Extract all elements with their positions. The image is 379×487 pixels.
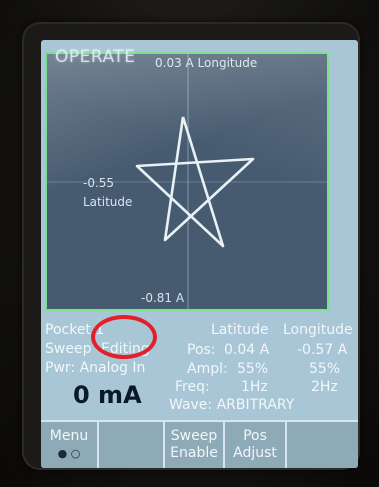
sweep-enable-label-line2: Enable [170, 445, 218, 461]
pos-adjust-label-line2: Adjust [233, 445, 277, 461]
plot-left-value: -0.55 [83, 176, 115, 190]
blank-softkey-1[interactable] [99, 422, 165, 468]
softkey-bar: Menu ● ○ Sweep Enable Pos Adjust [41, 420, 358, 468]
menu-softkey-label: Menu [49, 428, 89, 444]
editing-highlight-circle [91, 315, 157, 359]
menu-page-dots-icon: ● ○ [57, 447, 81, 460]
pos-adjust-softkey[interactable]: Pos Adjust [225, 422, 287, 468]
screen-title: OPERATE [55, 47, 136, 67]
freq-label: Freq: [175, 379, 210, 395]
menu-softkey[interactable]: Menu ● ○ [41, 422, 99, 468]
plot-bottom-label: -0.81 A [141, 291, 185, 305]
ampl-longitude-value: 55% [309, 361, 341, 377]
sweep-enable-softkey[interactable]: Sweep Enable [165, 422, 225, 468]
latitude-column-header: Latitude [211, 322, 269, 338]
device-body: 0.03 A Longitude -0.55 Latitude -0.81 A … [0, 0, 379, 487]
status-panel: Pocket 1 Sweep Editing Pwr: Analog In 0 … [41, 311, 358, 426]
freq-longitude-value: 2Hz [311, 379, 338, 395]
sweep-enable-label-line1: Sweep [170, 428, 218, 444]
pos-adjust-label-line1: Pos [243, 428, 267, 444]
ampl-latitude-value: 55% [237, 361, 269, 377]
output-current-readout: 0 mA [73, 381, 142, 409]
sweep-plot: 0.03 A Longitude -0.55 Latitude -0.81 A [45, 52, 329, 311]
blank-softkey-2[interactable] [287, 422, 358, 468]
pos-latitude-value: 0.04 A [224, 342, 270, 358]
lcd-screen: 0.03 A Longitude -0.55 Latitude -0.81 A … [41, 40, 358, 468]
plot-top-label: 0.03 A Longitude [155, 56, 258, 70]
wave-label: Wave: ARBITRARY [169, 397, 295, 413]
ampl-label: Ampl: [187, 361, 228, 377]
plot-left-axis-label: Latitude [83, 195, 133, 209]
sweep-label: Sweep [45, 341, 92, 357]
longitude-column-header: Longitude [283, 322, 353, 338]
pos-longitude-value: -0.57 A [297, 342, 348, 358]
pos-label: Pos: [187, 342, 216, 358]
pwr-label: Pwr: Analog In [45, 360, 146, 376]
freq-latitude-value: 1Hz [241, 379, 268, 395]
